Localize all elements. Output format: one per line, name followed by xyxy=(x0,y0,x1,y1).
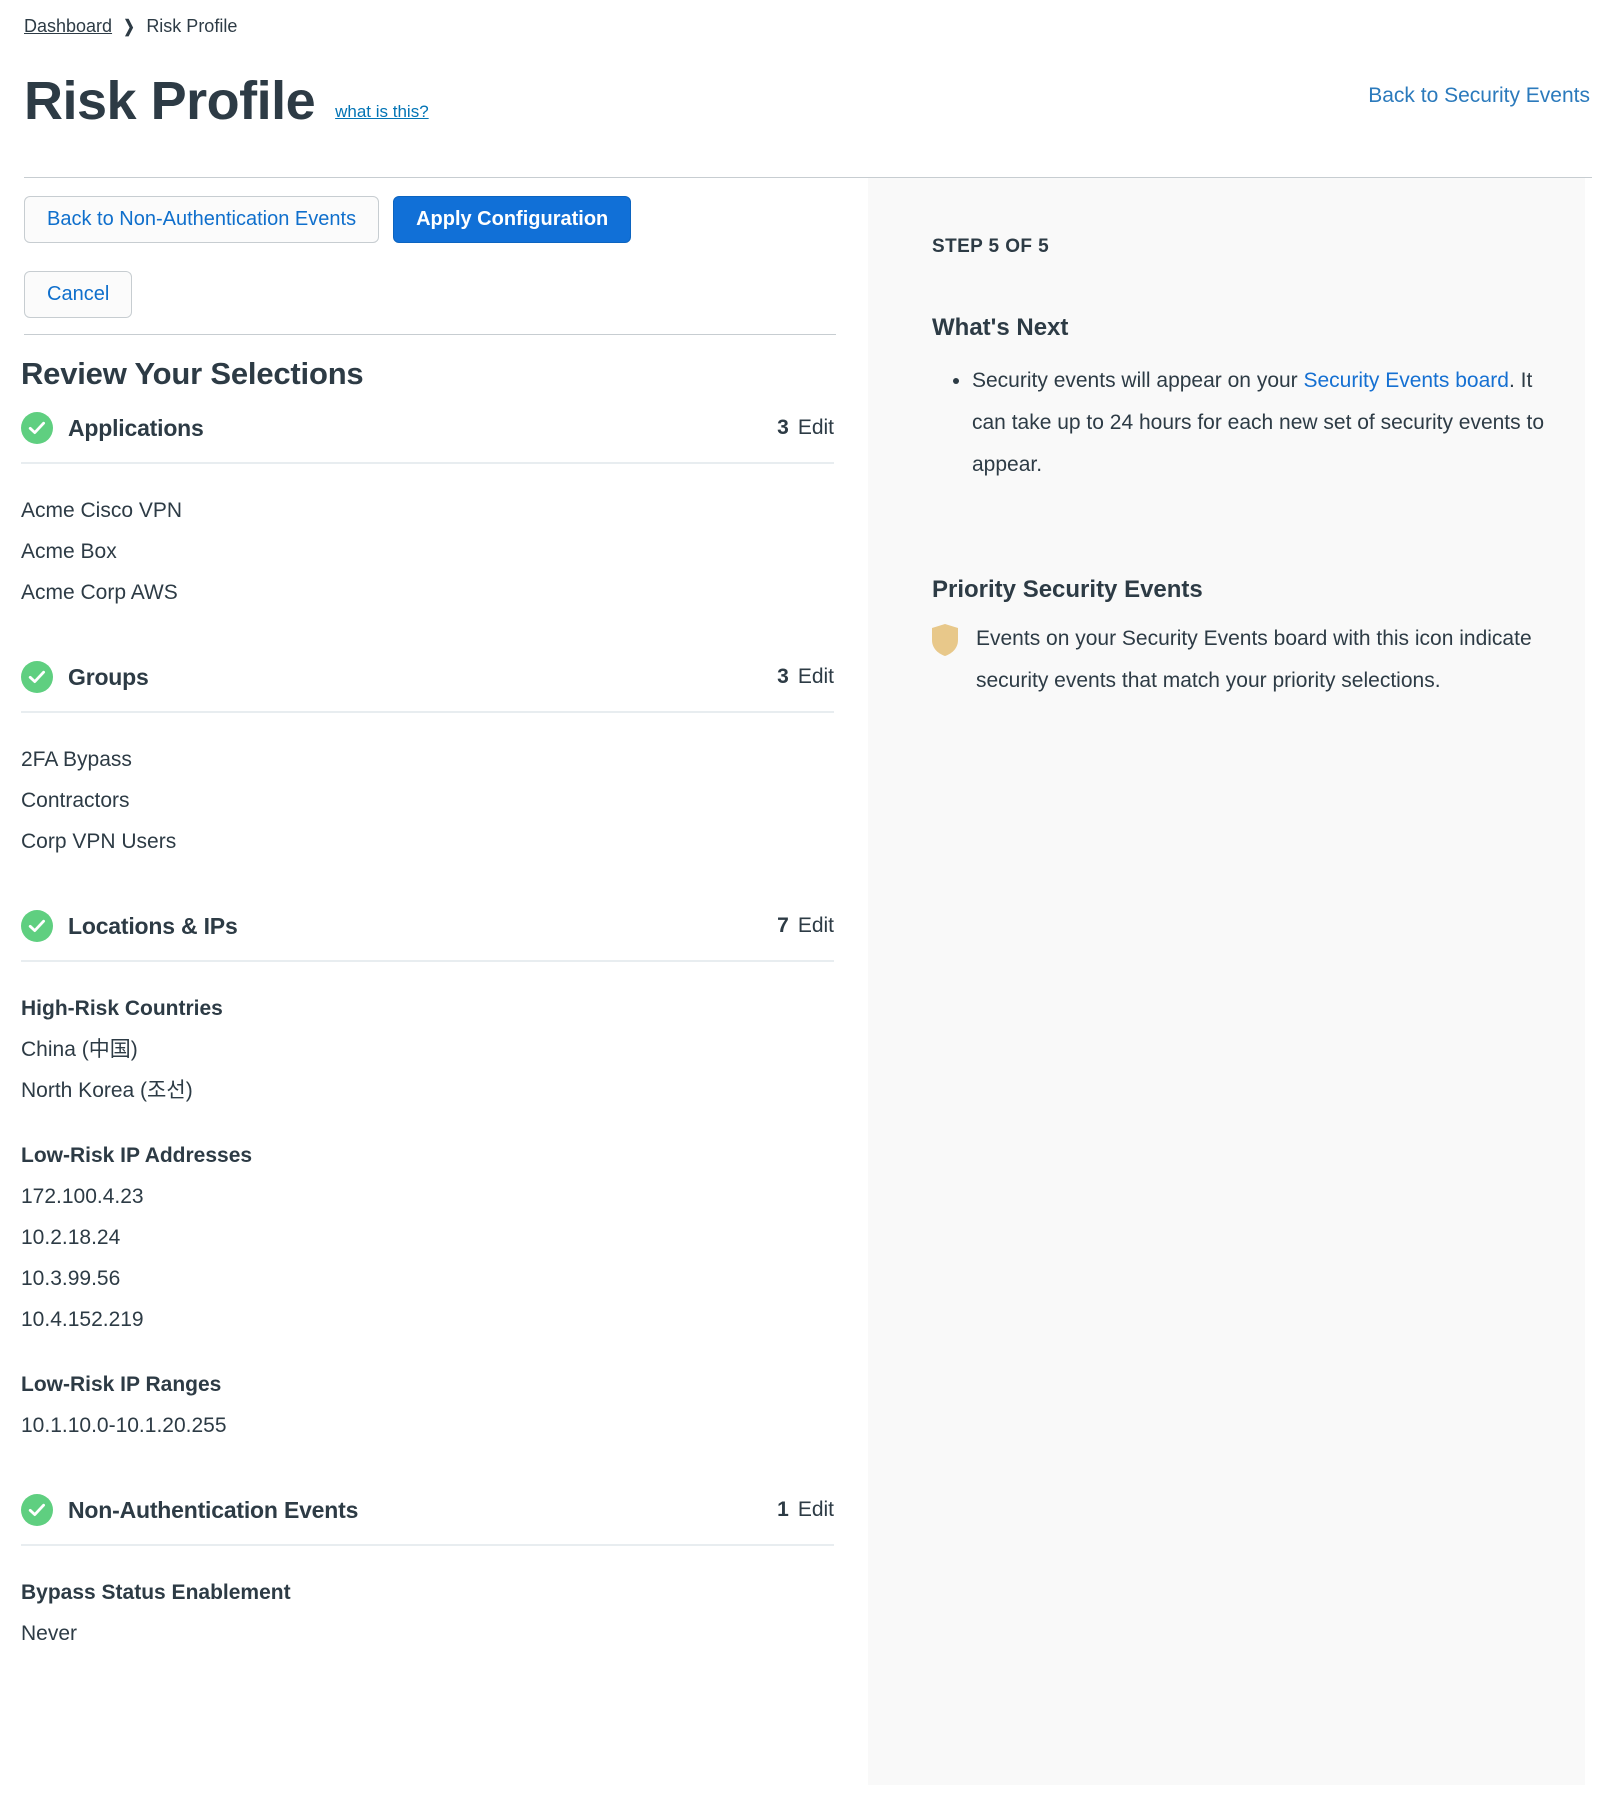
section-count-badge: 7 xyxy=(777,914,789,937)
list-item: 10.4.152.219 xyxy=(21,1308,144,1331)
check-circle-icon xyxy=(21,412,53,444)
section-content: Acme Cisco VPN Acme Box Acme Corp AWS xyxy=(0,464,868,613)
section-count-badge: 1 xyxy=(777,1498,789,1521)
check-circle-icon xyxy=(21,1494,53,1526)
whats-next-list: Security events will appear on your Secu… xyxy=(932,360,1567,486)
list-item: Acme Box xyxy=(21,540,117,563)
section-count-badge: 3 xyxy=(777,665,789,688)
priority-security-events-text: Events on your Security Events board wit… xyxy=(976,627,1532,692)
page-header: Risk Profile what is this? xyxy=(24,74,429,128)
check-circle-icon xyxy=(21,661,53,693)
side-info-panel: STEP 5 OF 5 What's Next Security events … xyxy=(868,178,1585,1785)
review-panel: Back to Non-Authentication Events Apply … xyxy=(0,178,868,1785)
section-count-badge: 3 xyxy=(777,416,789,439)
list-item: 10.3.99.56 xyxy=(21,1267,121,1290)
section-title: Non-Authentication Events xyxy=(68,1496,359,1523)
section-header-actions: 7 Edit xyxy=(777,914,834,938)
page-title: Risk Profile xyxy=(24,71,316,131)
review-heading: Review Your Selections xyxy=(21,356,364,391)
review-section: Non-Authentication Events 1 Edit Bypass Sta… xyxy=(0,1482,868,1690)
section-header: Non-Authentication Events 1 Edit xyxy=(0,1482,868,1538)
apply-configuration-button[interactable]: Apply Configuration xyxy=(393,196,632,243)
section-edit-link[interactable]: Edit xyxy=(798,665,834,689)
section-subgroup-label: Bypass Status Enablement xyxy=(21,1581,291,1604)
list-item: Acme Cisco VPN xyxy=(21,499,183,522)
section-edit-link[interactable]: Edit xyxy=(798,914,834,938)
breadcrumb: Dashboard ❯ Risk Profile xyxy=(24,16,237,37)
section-header-actions: 1 Edit xyxy=(777,1498,834,1522)
chevron-right-icon: ❯ xyxy=(123,17,135,36)
list-item: Never xyxy=(21,1622,78,1645)
list-item: Contractors xyxy=(21,789,130,812)
section-content: 2FA Bypass Contractors Corp VPN Users xyxy=(0,713,868,862)
cancel-button[interactable]: Cancel xyxy=(24,271,133,318)
action-button-row: Back to Non-Authentication Events Apply … xyxy=(24,196,814,318)
section-content: High-Risk Countries China (中国) North Korea… xyxy=(0,962,868,1446)
section-title: Locations & IPs xyxy=(68,912,238,939)
list-item: Corp VPN Users xyxy=(21,830,177,853)
step-indicator: STEP 5 OF 5 xyxy=(932,236,1050,257)
section-header-actions: 3 Edit xyxy=(777,665,834,689)
section-edit-link[interactable]: Edit xyxy=(798,1498,834,1522)
review-section: Locations & IPs 7 Edit High-Risk Countries C… xyxy=(0,898,868,1482)
list-item: 2FA Bypass xyxy=(21,748,132,771)
priority-security-events-heading: Priority Security Events xyxy=(932,576,1203,603)
whats-next-heading: What's Next xyxy=(932,314,1069,341)
bullet-text-pre: Security events will appear on your xyxy=(972,369,1304,392)
check-circle-icon xyxy=(21,910,53,942)
list-item: North Korea (조선) xyxy=(21,1079,193,1102)
review-sections: Applications 3 Edit Acme Cisco VPN Acme Box A… xyxy=(0,400,868,1690)
what-is-this-link[interactable]: what is this? xyxy=(335,102,429,128)
section-subgroup-label: Low-Risk IP Ranges xyxy=(21,1373,222,1396)
section-title: Applications xyxy=(68,414,204,441)
toolbar-divider xyxy=(24,334,836,335)
section-header: Locations & IPs 7 Edit xyxy=(0,898,868,954)
section-header: Applications 3 Edit xyxy=(0,400,868,456)
list-item: 10.1.10.0-10.1.20.255 xyxy=(21,1414,227,1437)
security-events-board-link[interactable]: Security Events board xyxy=(1304,369,1509,392)
list-item: Acme Corp AWS xyxy=(21,581,178,604)
back-to-non-auth-events-button[interactable]: Back to Non-Authentication Events xyxy=(24,196,380,243)
back-to-security-events-link[interactable]: Back to Security Events xyxy=(1368,84,1590,108)
list-item: 172.100.4.23 xyxy=(21,1185,144,1208)
section-header: Groups 3 Edit xyxy=(0,649,868,705)
section-subgroup-label: Low-Risk IP Addresses xyxy=(21,1144,253,1167)
section-content: Bypass Status Enablement Never xyxy=(0,1546,868,1654)
section-subgroup-label: High-Risk Countries xyxy=(21,997,223,1020)
section-title: Groups xyxy=(68,663,149,690)
shield-icon xyxy=(932,618,960,702)
section-header-actions: 3 Edit xyxy=(777,416,834,440)
breadcrumb-link-dashboard[interactable]: Dashboard xyxy=(24,16,112,37)
list-item: Security events will appear on your Secu… xyxy=(972,360,1567,486)
review-section: Applications 3 Edit Acme Cisco VPN Acme Box A… xyxy=(0,400,868,649)
page-body: Back to Non-Authentication Events Apply … xyxy=(0,178,1612,1785)
review-section: Groups 3 Edit 2FA Bypass Contractors Corp VPN… xyxy=(0,649,868,898)
list-item: China (中国) xyxy=(21,1038,138,1061)
list-item: 10.2.18.24 xyxy=(21,1226,121,1249)
priority-security-events-row: Events on your Security Events board wit… xyxy=(932,618,1572,702)
section-edit-link[interactable]: Edit xyxy=(798,416,834,440)
breadcrumb-current: Risk Profile xyxy=(146,16,238,36)
